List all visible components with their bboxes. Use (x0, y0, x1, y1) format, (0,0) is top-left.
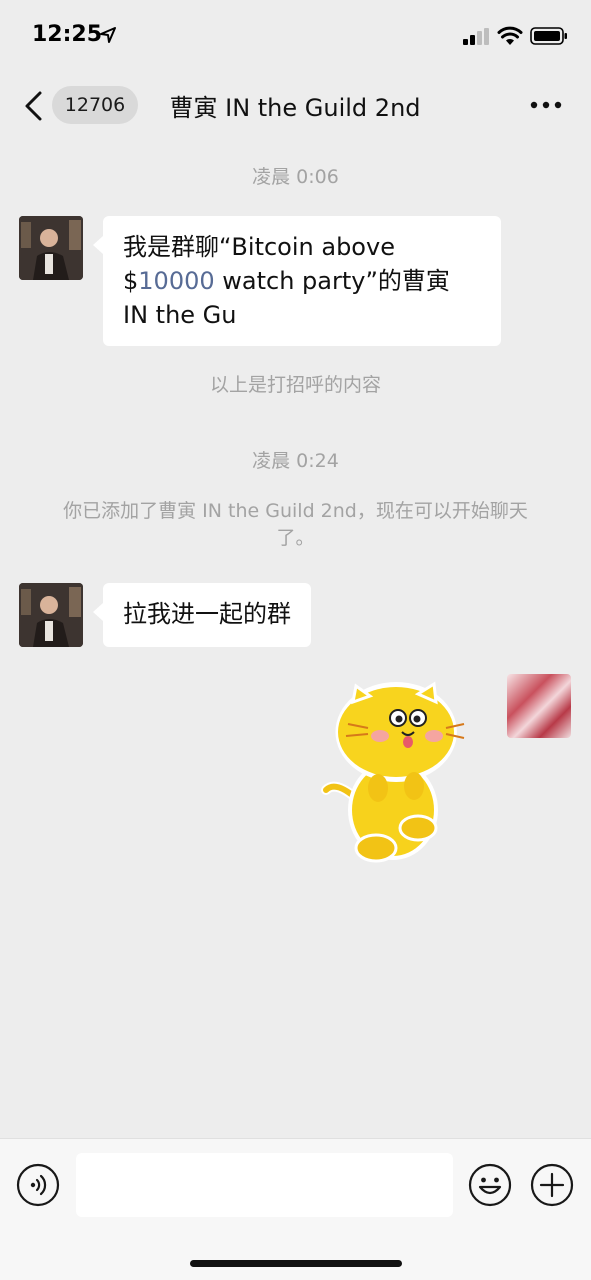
signal-icon (463, 28, 489, 45)
contact-avatar[interactable] (19, 216, 83, 280)
more-dots-icon[interactable] (530, 100, 562, 110)
contact-avatar[interactable] (19, 583, 83, 647)
incoming-message-bubble[interactable]: 拉我进一起的群 (93, 583, 311, 647)
message-timestamp: 凌晨 0:06 (252, 166, 339, 188)
avatar-image (19, 216, 83, 280)
plus-icon[interactable] (530, 1163, 574, 1207)
wifi-icon (497, 26, 523, 45)
emoji-icon[interactable] (468, 1163, 512, 1207)
message-number-link[interactable]: 10000 (138, 267, 214, 295)
back-chevron-icon[interactable] (22, 90, 44, 122)
message-timestamp: 凌晨 0:24 (252, 450, 339, 472)
avatar-image (19, 583, 83, 647)
my-avatar[interactable] (507, 674, 571, 738)
chat-header: 12706 曹寅 IN the Guild 2nd (0, 70, 591, 142)
status-bar: 12:25 (0, 0, 591, 70)
battery-icon (530, 27, 567, 45)
chat-title: 曹寅 IN the Guild 2nd (169, 94, 421, 122)
system-notice: 以上是打招呼的内容 (209, 374, 381, 396)
incoming-message-bubble[interactable]: 我是群聊“Bitcoin above $10000 watch party”的曹… (93, 216, 501, 346)
system-notice: 你已添加了曹寅 IN the Guild 2nd，现在可以开始聊天了。 (63, 500, 528, 549)
yellow-cat-sticker-icon[interactable] (318, 680, 468, 865)
status-time: 12:25 (32, 22, 103, 47)
message-input[interactable] (76, 1153, 453, 1217)
voice-icon[interactable] (16, 1163, 60, 1207)
home-indicator[interactable] (190, 1260, 402, 1267)
unread-count-badge[interactable]: 12706 (52, 86, 138, 124)
location-arrow-icon (100, 27, 116, 43)
input-bar (0, 1138, 591, 1280)
